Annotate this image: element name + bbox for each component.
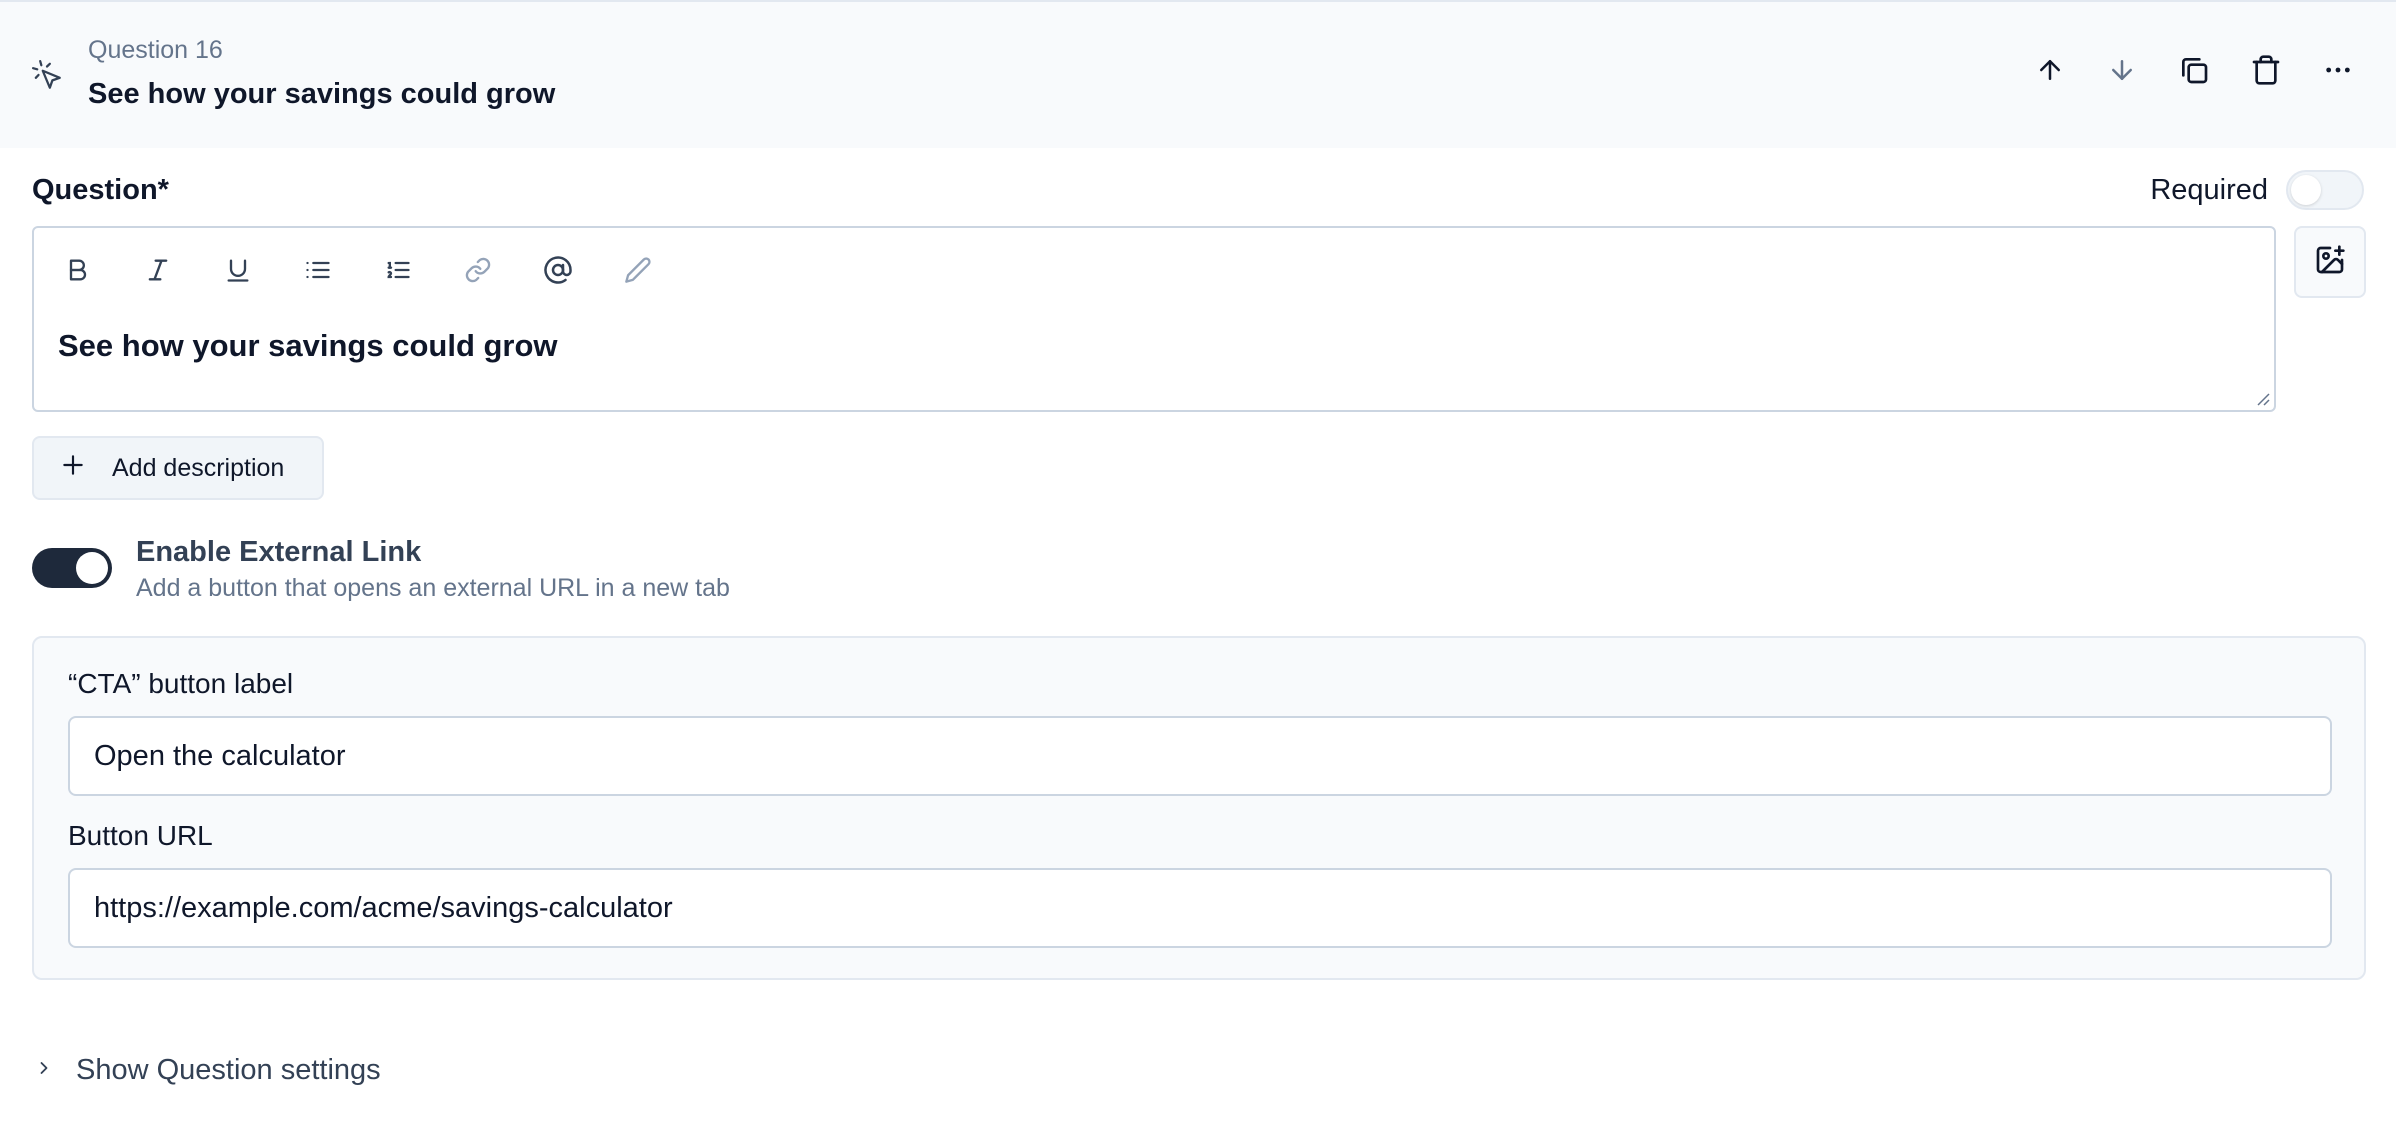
copy-icon[interactable]	[2176, 52, 2212, 88]
image-plus-icon	[2314, 244, 2346, 281]
bold-icon[interactable]	[60, 252, 96, 288]
more-horizontal-icon[interactable]	[2320, 52, 2356, 88]
question-text[interactable]: See how your savings could grow	[58, 328, 558, 364]
add-image-button[interactable]	[2294, 226, 2366, 298]
chevron-right-icon	[34, 1058, 54, 1083]
toggle-knob	[76, 552, 108, 584]
question-editor[interactable]: See how your savings could grow	[32, 226, 2276, 412]
at-mention-icon[interactable]	[540, 252, 576, 288]
pencil-icon[interactable]	[620, 252, 656, 288]
button-url-input[interactable]	[68, 868, 2332, 948]
add-description-label: Add description	[112, 453, 285, 482]
button-url-title: Button URL	[68, 820, 213, 851]
question-title: See how your savings could grow	[88, 78, 556, 110]
numbered-list-icon[interactable]	[380, 252, 416, 288]
question-number: Question 16	[88, 36, 223, 64]
trash-icon[interactable]	[2248, 52, 2284, 88]
required-toggle[interactable]	[2286, 170, 2364, 210]
question-label: Question*	[32, 174, 169, 206]
italic-icon[interactable]	[140, 252, 176, 288]
link-icon[interactable]	[460, 252, 496, 288]
plus-icon	[60, 452, 86, 485]
cta-label-title: “CTA” button label	[68, 668, 294, 699]
settings-label: Show Question settings	[76, 1054, 381, 1086]
question-header[interactable]: Question 16 See how your savings could g…	[0, 0, 2396, 148]
cta-label-input[interactable]	[68, 716, 2332, 796]
external-link-toggle[interactable]	[32, 548, 112, 588]
arrow-up-icon[interactable]	[2032, 52, 2068, 88]
required-label: Required	[2150, 174, 2268, 206]
editor-toolbar	[60, 252, 656, 288]
arrow-down-icon[interactable]	[2104, 52, 2140, 88]
bullet-list-icon[interactable]	[300, 252, 336, 288]
cta-settings-panel: “CTA” button label Button URL	[32, 636, 2366, 980]
add-description-button[interactable]: Add description	[32, 436, 324, 500]
cursor-click-icon	[30, 58, 64, 92]
external-link-title: Enable External Link	[136, 536, 422, 568]
show-question-settings[interactable]: Show Question settings	[34, 1054, 381, 1087]
toggle-knob	[2291, 175, 2321, 205]
underline-icon[interactable]	[220, 252, 256, 288]
external-link-description: Add a button that opens an external URL …	[136, 574, 730, 602]
resize-handle-icon[interactable]	[2254, 390, 2270, 406]
